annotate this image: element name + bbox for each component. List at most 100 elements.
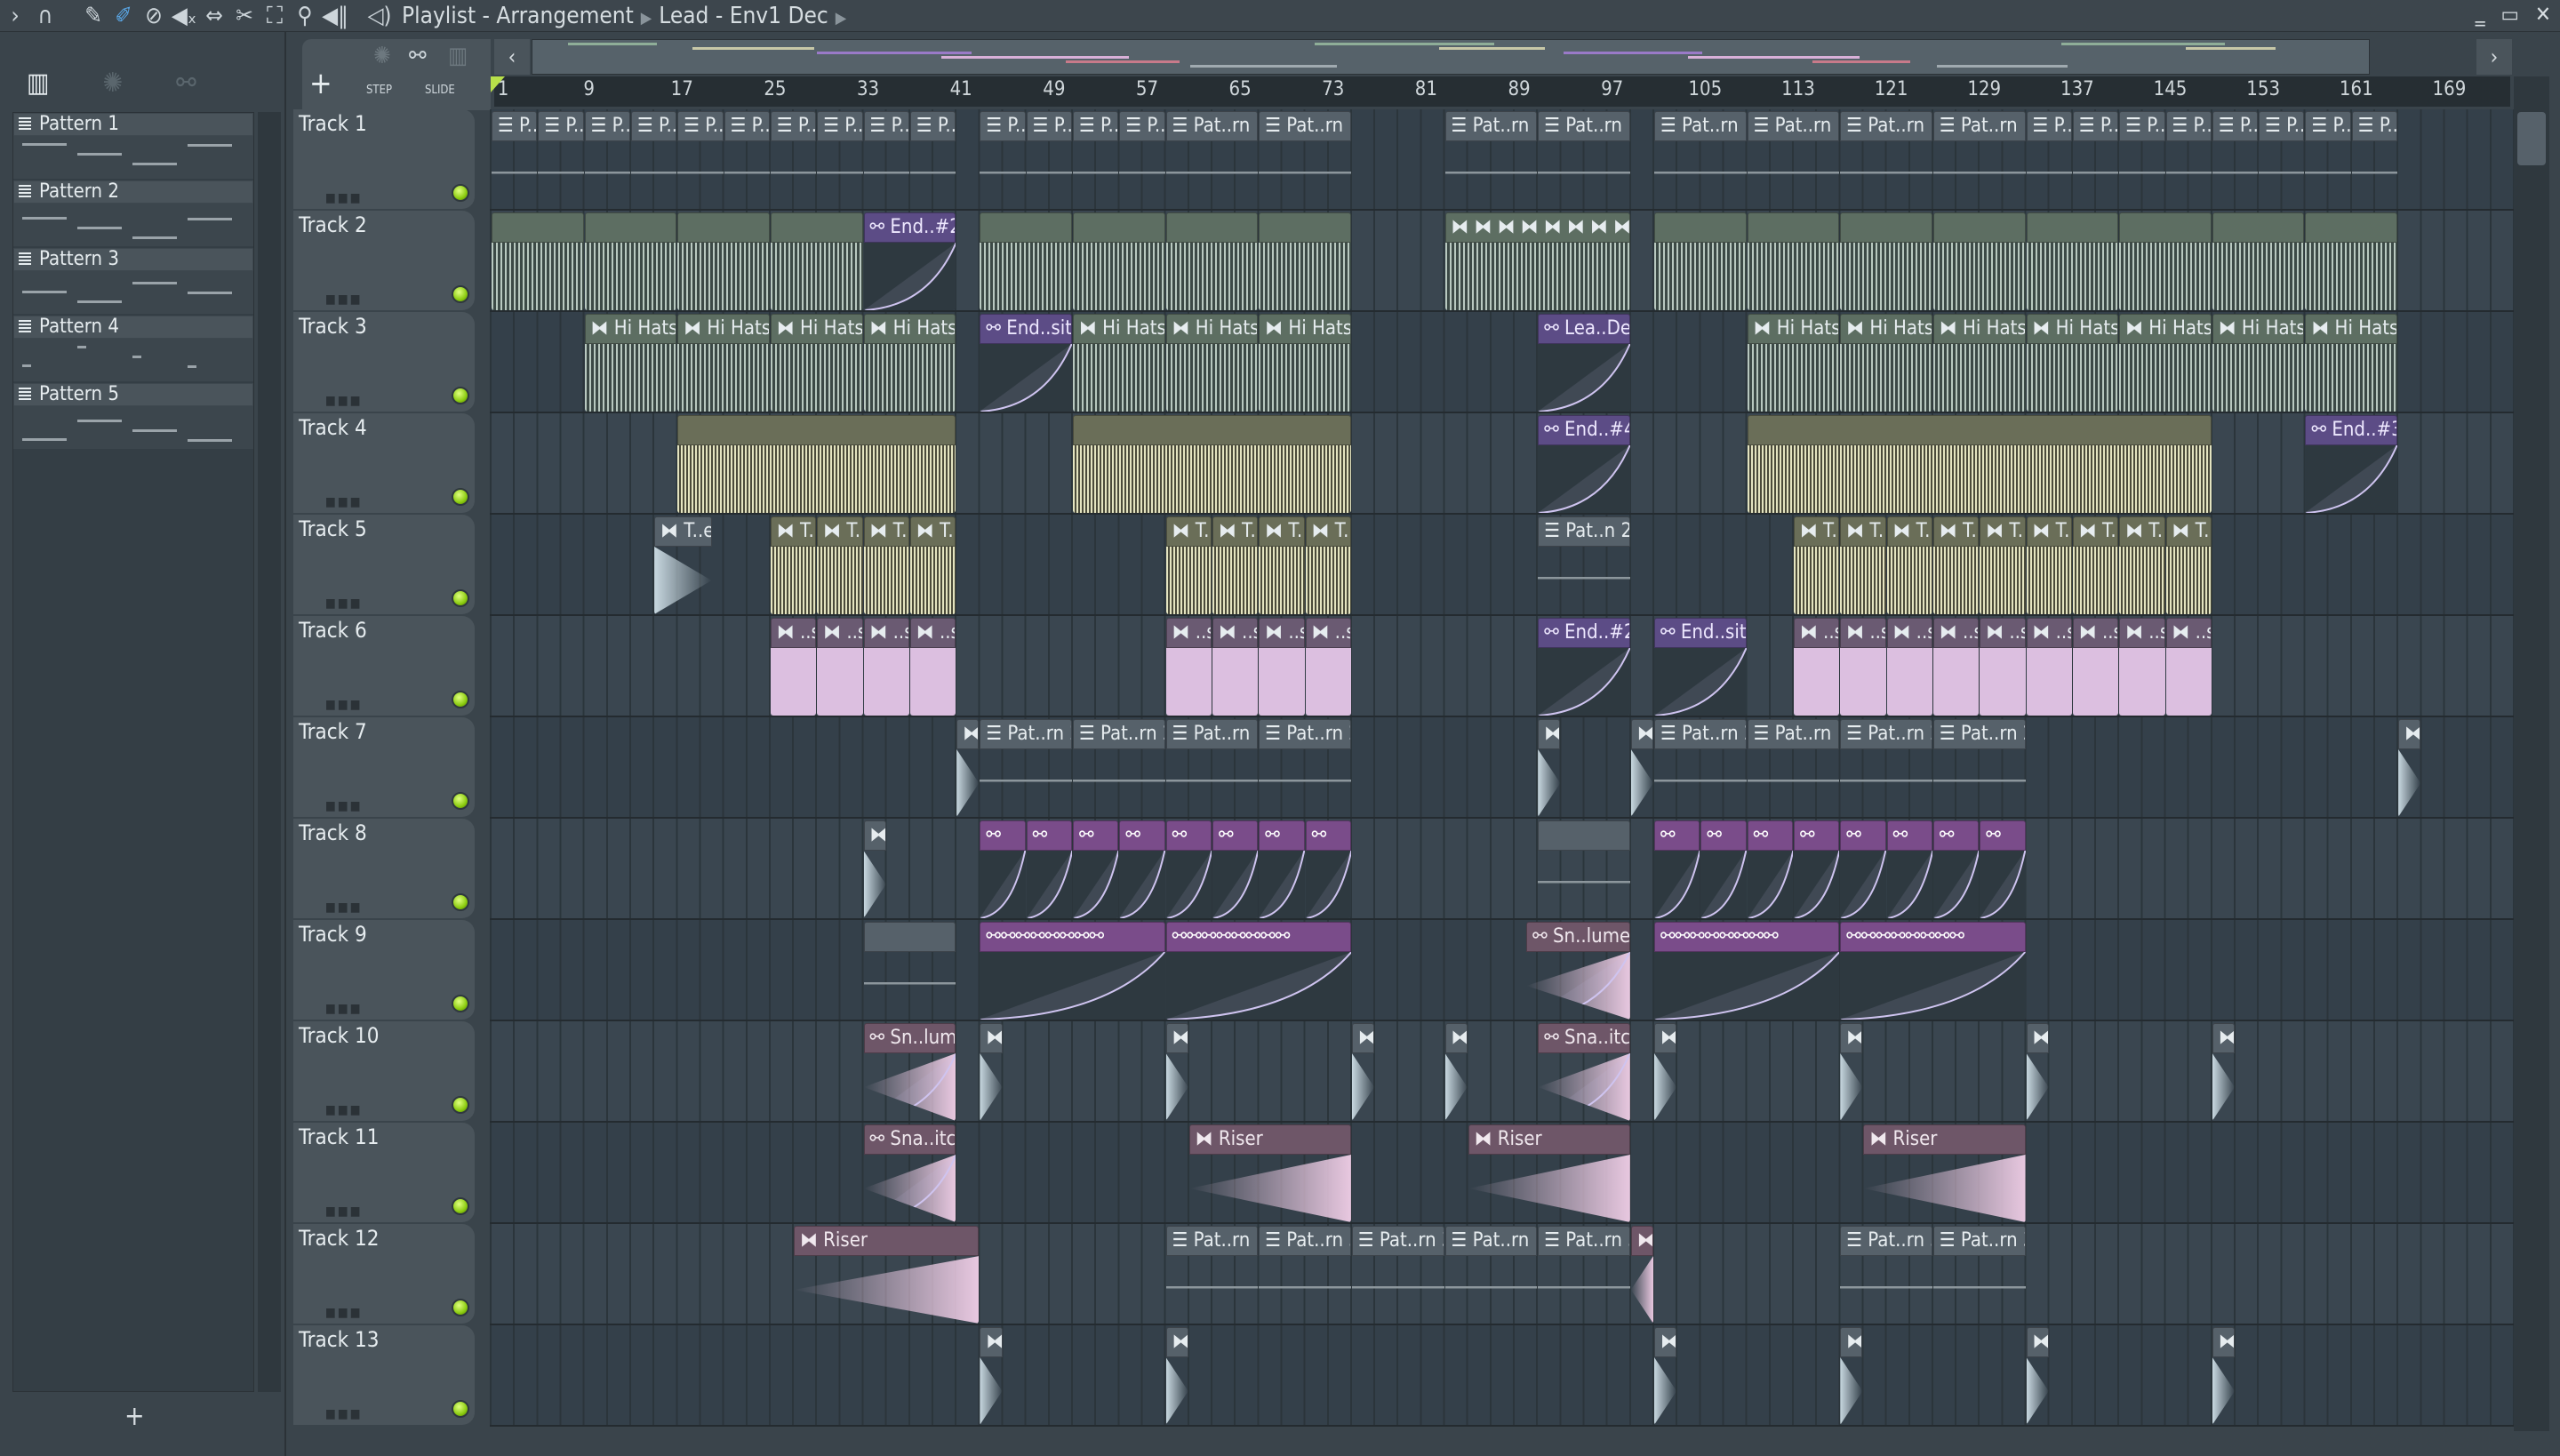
- clip-pattern[interactable]: ☰ Pat..rn 1: [1444, 111, 1538, 209]
- clip-riser[interactable]: ⚯ Sn..lume: [863, 1023, 956, 1121]
- window-subtitle[interactable]: Lead - Env1 Dec: [659, 3, 828, 29]
- clip-mag[interactable]: ⚯: [1259, 820, 1305, 918]
- clip-mag[interactable]: ⚯⚯⚯⚯⚯⚯⚯⚯: [1840, 922, 2026, 1020]
- clip-pattern[interactable]: ☰ P..: [2351, 111, 2398, 209]
- clip-auto[interactable]: ⚯ End..sit: [1654, 618, 1747, 716]
- clip-mono[interactable]: ⧓: [980, 1327, 1003, 1425]
- clip-mag[interactable]: ⚯: [1165, 820, 1212, 918]
- clip-audio[interactable]: ⧓ Hi Hats: [2212, 314, 2305, 412]
- clip-mag[interactable]: ⚯: [1026, 820, 1072, 918]
- clip-pattern[interactable]: ☰ Pat..rn 2: [1932, 719, 2026, 817]
- clip-mono[interactable]: ⧓: [956, 719, 980, 817]
- track-mute-toggle[interactable]: [452, 1197, 469, 1215]
- clip-mag[interactable]: ⚯: [1840, 820, 1886, 918]
- clip-pattern[interactable]: ☰ P..: [2072, 111, 2119, 209]
- clip-mag[interactable]: ⚯: [1932, 820, 1980, 918]
- clip-pattern[interactable]: ☰ Pat..rn 3: [1351, 1226, 1444, 1324]
- clip-yellow[interactable]: ⧓ T..: [817, 516, 863, 614]
- clip-audio[interactable]: [492, 212, 584, 310]
- clip-pattern[interactable]: ☰ P..: [863, 111, 909, 209]
- track-menu-icon[interactable]: ■■■: [325, 191, 363, 205]
- clip-audio[interactable]: [1747, 212, 1840, 310]
- track-lane[interactable]: ⚯ End..#2 ⧓ ⧓ ⧓ ⧓ ⧓ ⧓ ⧓ ⧓: [490, 211, 2514, 312]
- clip-yellow[interactable]: ⧓ T..: [2119, 516, 2165, 614]
- clip-audio[interactable]: [584, 212, 677, 310]
- track-mute-toggle[interactable]: [452, 285, 469, 303]
- clip-pattern[interactable]: ☰ P..: [630, 111, 677, 209]
- clip-pattern[interactable]: ☰ P..: [2165, 111, 2212, 209]
- clip-pink[interactable]: ⧓ ..s: [1305, 618, 1351, 716]
- horizontal-scrollbar[interactable]: [286, 1433, 2560, 1456]
- clip-audio[interactable]: ⧓ Hi Hats: [863, 314, 956, 412]
- clip-pink[interactable]: ⧓ ..s: [1886, 618, 1932, 716]
- pattern-label[interactable]: Pattern 5: [13, 383, 253, 406]
- clip-pink[interactable]: ⧓ ..s: [770, 618, 817, 716]
- clip-pattern[interactable]: ☰ Pat..rn 1: [1165, 111, 1259, 209]
- track-mute-toggle[interactable]: [452, 184, 469, 202]
- clip-pattern[interactable]: ☰ P..: [1026, 111, 1072, 209]
- pattern-item[interactable]: Pattern 5: [13, 383, 253, 451]
- clip-audio[interactable]: [1259, 212, 1351, 310]
- clip-audio[interactable]: [1840, 212, 1932, 310]
- pattern-item[interactable]: Pattern 4: [13, 316, 253, 383]
- clip-mono[interactable]: ⧓: [1654, 1327, 1677, 1425]
- clip-auto[interactable]: ⚯ Lea..Dec: [1538, 314, 1630, 412]
- clip-mag[interactable]: ⚯⚯⚯⚯⚯⚯⚯⚯: [980, 922, 1165, 1020]
- clip-pattern[interactable]: ☰ Pat..rn 3: [1932, 1226, 2026, 1324]
- clip-pattern[interactable]: ☰ P..: [2259, 111, 2305, 209]
- clip-pink[interactable]: ⧓ ..s: [1840, 618, 1886, 716]
- add-pattern-button[interactable]: +: [124, 1401, 145, 1432]
- arrangement-overview[interactable]: [532, 39, 2370, 75]
- clip-pattern[interactable]: ☰ Pat..rn 3: [1840, 1226, 1932, 1324]
- clip-yellow[interactable]: ⧓ T..: [909, 516, 956, 614]
- clip-audio[interactable]: ⧓ Hi Hats: [677, 314, 770, 412]
- pattern-label[interactable]: Pattern 4: [13, 316, 253, 339]
- select-icon[interactable]: ⛶: [260, 0, 290, 32]
- clip-audio[interactable]: [2305, 212, 2398, 310]
- track-lane[interactable]: ⚯ Sna..itch ⧓ Riser ⧓ Riser ⧓ Riser: [490, 1123, 2514, 1224]
- breadcrumb-arrow-icon[interactable]: ▶: [836, 9, 846, 28]
- track-header[interactable]: Track 2 ■■■: [293, 211, 475, 310]
- clip-pink[interactable]: ⧓ ..s: [909, 618, 956, 716]
- clip-pattern[interactable]: ☰ P..: [2026, 111, 2072, 209]
- clip-yellow[interactable]: [1073, 415, 1351, 513]
- clip-mono[interactable]: ⧓: [1351, 1023, 1375, 1121]
- automation-clip-icon[interactable]: ⚯: [409, 43, 427, 69]
- clip-mono[interactable]: ⧓: [1165, 1023, 1188, 1121]
- clip-mono[interactable]: ⧓: [1654, 1023, 1677, 1121]
- clip-mag[interactable]: ⚯⚯⚯⚯⚯⚯⚯⚯: [1165, 922, 1351, 1020]
- clip-pattern[interactable]: ☰ P..: [980, 111, 1026, 209]
- track-mute-toggle[interactable]: [452, 1096, 469, 1114]
- clip-mono[interactable]: ⧓: [1840, 1327, 1863, 1425]
- pattern-list-scrollbar[interactable]: [258, 112, 281, 1392]
- close-button[interactable]: ✕: [2535, 0, 2551, 28]
- clip-pink[interactable]: ⧓ ..s: [2026, 618, 2072, 716]
- clip-auto[interactable]: ⚯ End..#4: [1538, 415, 1630, 513]
- clip-audio[interactable]: [770, 212, 863, 310]
- track-menu-icon[interactable]: ■■■: [325, 1002, 363, 1016]
- clip-pattern[interactable]: ☰ Pat..rn 2: [1654, 719, 1747, 817]
- clip-riser[interactable]: ⧓ Riser: [794, 1226, 980, 1324]
- clip-pink[interactable]: ⧓ ..s: [817, 618, 863, 716]
- clip-pattern[interactable]: ☰ P..: [2119, 111, 2165, 209]
- track-lane[interactable]: ⚯ Sn..lume ⧓ ⧓ ⧓ ⧓ ⚯ Sna..itch ⧓ ⧓ ⧓ ⧓: [490, 1021, 2514, 1123]
- track-lane[interactable]: ⧓ Hi Hats ⧓ Hi Hats ⧓ Hi Hats ⧓ Hi Hats ⚯ En…: [490, 312, 2514, 413]
- clip-yellow[interactable]: ⧓ T..: [1165, 516, 1212, 614]
- clip-yellow[interactable]: ⧓ T..: [2026, 516, 2072, 614]
- clip-mono[interactable]: ⧓: [2398, 719, 2421, 817]
- pattern-label[interactable]: Pattern 1: [13, 113, 253, 136]
- clip-audio[interactable]: [2212, 212, 2305, 310]
- track-menu-icon[interactable]: ■■■: [325, 1103, 363, 1117]
- track-header[interactable]: Track 6 ■■■: [293, 616, 475, 716]
- track-menu-icon[interactable]: ■■■: [325, 596, 363, 611]
- clip-mono[interactable]: ⧓: [1444, 1023, 1468, 1121]
- audio-clip-icon[interactable]: ✺: [373, 43, 391, 69]
- clip-mag[interactable]: ⚯: [1747, 820, 1793, 918]
- clip-pattern[interactable]: [1538, 820, 1630, 918]
- track-menu-icon[interactable]: ■■■: [325, 292, 363, 307]
- clip-pattern[interactable]: ☰ Pat..rn 2: [1165, 719, 1259, 817]
- clip-mono[interactable]: ⧓: [1630, 719, 1653, 817]
- clip-pink[interactable]: ⧓ ..s: [1212, 618, 1259, 716]
- pattern-item[interactable]: Pattern 3: [13, 248, 253, 316]
- clip-pink[interactable]: ⧓ ..s: [863, 618, 909, 716]
